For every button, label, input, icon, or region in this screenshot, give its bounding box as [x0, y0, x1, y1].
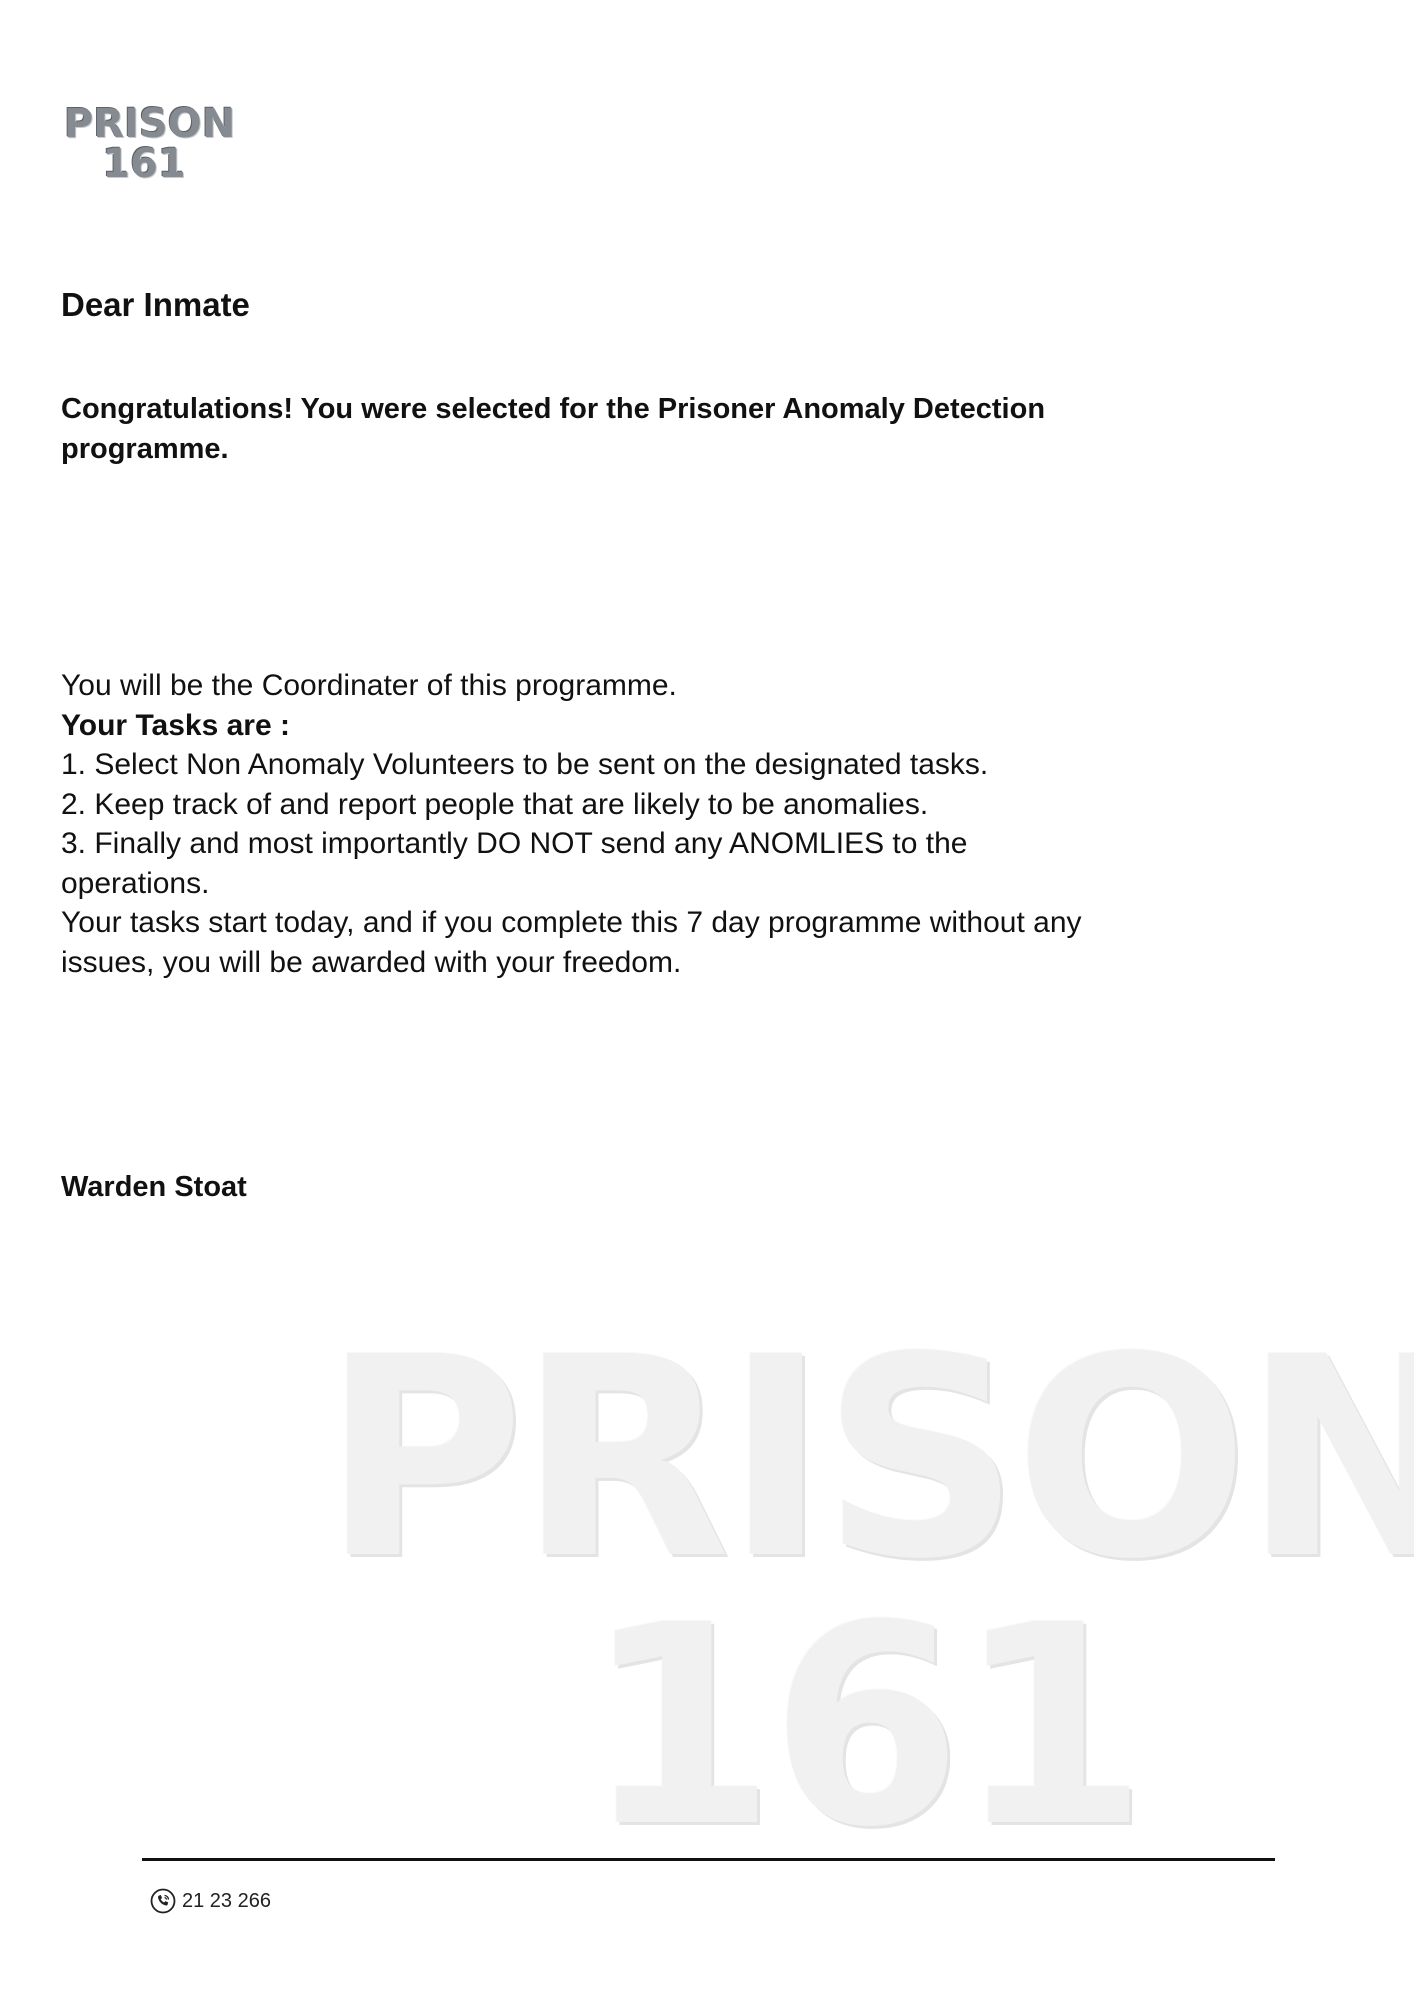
letter-body: You will be the Coordinater of this prog… — [61, 666, 1191, 982]
task-item-2: 2. Keep track of and report people that … — [61, 787, 929, 821]
tasks-heading: Your Tasks are : — [61, 708, 290, 742]
intro-text: You will be the Coordinater of this prog… — [61, 669, 677, 702]
watermark-line-2: 161 — [584, 1567, 1148, 1888]
task-item-1: 1. Select Non Anomaly Volunteers to be s… — [61, 748, 989, 781]
footer-divider — [142, 1858, 1275, 1861]
closing-text: Your tasks start today, and if you compl… — [61, 906, 1082, 979]
task-item-3: 3. Finally and most importantly DO NOT s… — [61, 827, 968, 900]
phone-icon — [150, 1888, 176, 1914]
logo-line-2: 161 — [102, 141, 186, 187]
footer-phone: 21 23 266 — [150, 1888, 271, 1914]
letter-greeting: Dear Inmate — [61, 286, 250, 323]
prison-161-logo: PRISON 161 — [64, 101, 236, 187]
logo-line-1: PRISON — [64, 101, 236, 147]
signature: Warden Stoat — [61, 1171, 247, 1203]
letter-headline: Congratulations! You were selected for t… — [61, 393, 1046, 465]
watermark-line-1: PRISON — [322, 1299, 1414, 1620]
phone-number: 21 23 266 — [182, 1889, 271, 1912]
